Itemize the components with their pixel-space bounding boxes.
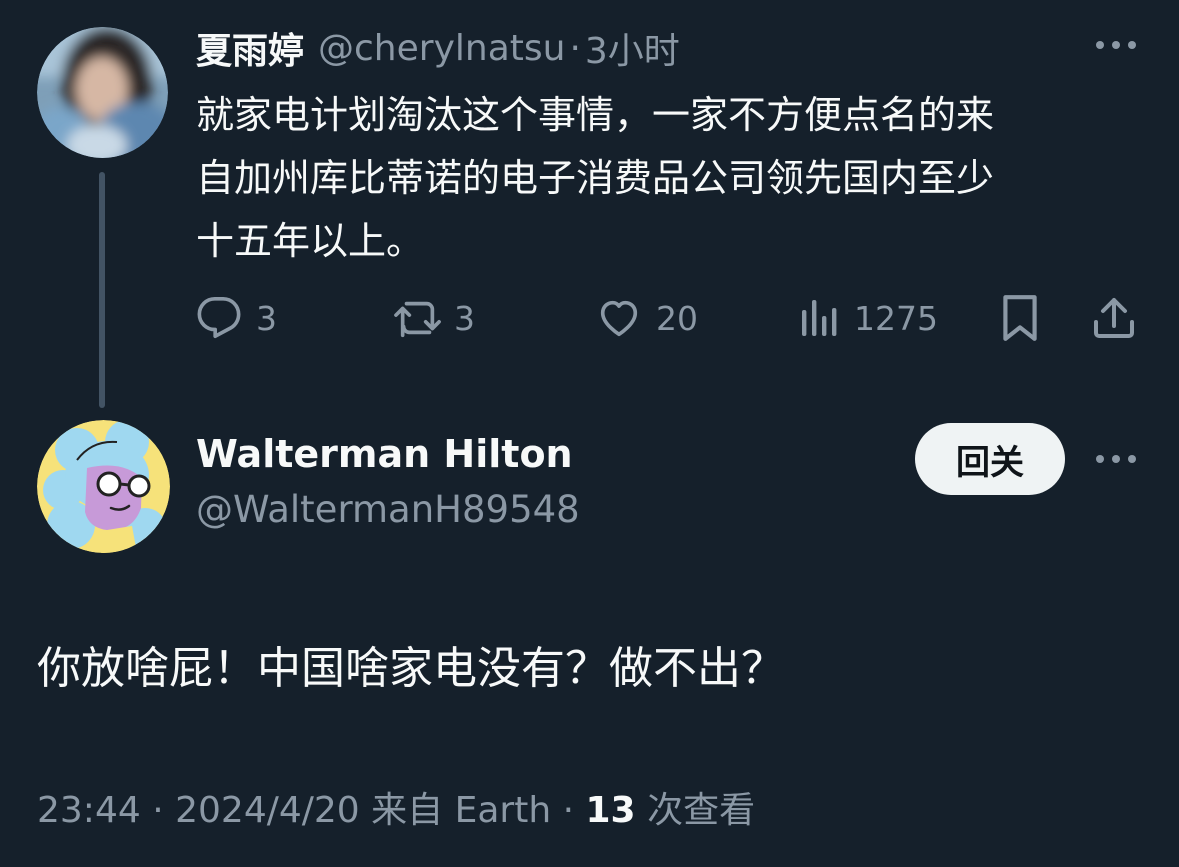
share-button[interactable] (1090, 288, 1138, 348)
reply-button[interactable]: 3 (196, 288, 277, 348)
parent-author-handle[interactable]: @cherylnatsu (318, 28, 565, 69)
meta-separator: · (562, 790, 575, 831)
views-icon (800, 298, 840, 338)
reply-date[interactable]: 2024/4/20 (175, 790, 360, 831)
reply-source: 来自 Earth (371, 790, 552, 831)
parent-tweet-text-line: 十五年以上。 (196, 219, 425, 263)
follow-back-button[interactable]: 回关 (915, 423, 1065, 495)
more-icon[interactable] (1096, 454, 1136, 464)
retweet-icon (392, 295, 444, 341)
retweet-count: 3 (454, 298, 475, 338)
like-count: 20 (656, 298, 698, 338)
reply-count: 3 (256, 298, 277, 338)
parent-tweet-text: 就家电计划淘汰这个事情，一家不方便点名的来 自加州库比蒂诺的电子消费品公司领先国… (196, 84, 1156, 273)
like-button[interactable]: 20 (596, 288, 698, 348)
parent-author-name[interactable]: 夏雨婷 (196, 22, 304, 74)
parent-tweet-text-line: 就家电计划淘汰这个事情，一家不方便点名的来 (196, 93, 995, 137)
reply-views-label: 次查看 (647, 790, 756, 831)
reply-views-count: 13 (585, 790, 636, 831)
views-count: 1275 (854, 298, 938, 338)
reply-text: 你放啥屁！中国啥家电没有？做不出？ (37, 643, 785, 694)
more-icon[interactable] (1096, 40, 1136, 50)
bookmark-button[interactable] (998, 288, 1042, 348)
reply-author-name[interactable]: Walterman Hilton (196, 432, 573, 476)
header-separator: · (569, 27, 581, 69)
reply-author-avatar[interactable] (37, 420, 170, 553)
parent-tweet-time[interactable]: 3小时 (585, 22, 680, 74)
like-icon (596, 295, 642, 341)
thread-connector-line (99, 172, 105, 408)
reply-time[interactable]: 23:44 (37, 790, 141, 831)
reply-icon (196, 295, 242, 341)
parent-author-avatar[interactable] (37, 27, 168, 158)
reply-metadata: 23:44 · 2024/4/20 来自 Earth · 13 次查看 (37, 781, 755, 833)
bookmark-icon (998, 293, 1042, 343)
parent-tweet-header: 夏雨婷 @cherylnatsu · 3小时 (196, 22, 680, 74)
share-icon (1090, 294, 1138, 342)
reply-author-handle[interactable]: @WaltermanH89548 (196, 488, 580, 531)
parent-tweet-text-line: 自加州库比蒂诺的电子消费品公司领先国内至少 (196, 156, 995, 200)
retweet-button[interactable]: 3 (392, 288, 475, 348)
views-button[interactable]: 1275 (800, 288, 938, 348)
tweet-action-bar: 3 3 20 1275 (196, 288, 1140, 348)
meta-separator: · (152, 790, 164, 831)
